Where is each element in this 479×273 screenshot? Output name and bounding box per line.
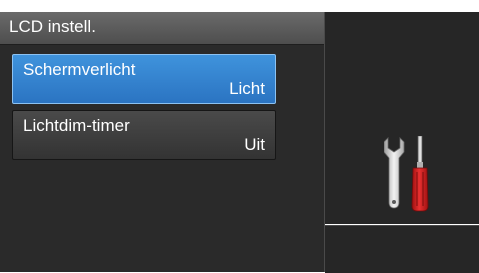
- menu-item-label: Lichtdim-timer: [23, 116, 130, 135]
- menu-item-value: Licht: [229, 79, 265, 98]
- menu-item-schermverlicht[interactable]: Schermverlicht Licht: [12, 54, 276, 104]
- lcd-screen: LCD instell. Schermverlicht Licht Lichtd…: [0, 0, 479, 273]
- tools-icon: [384, 136, 429, 212]
- settings-panel: LCD instell. Schermverlicht Licht Lichtd…: [0, 12, 324, 272]
- header-bar: LCD instell.: [0, 12, 324, 45]
- bottom-right-area: [325, 225, 479, 273]
- menu-item-value: Uit: [244, 135, 265, 154]
- page-title: LCD instell.: [9, 17, 96, 36]
- menu-item-lichtdim-timer[interactable]: Lichtdim-timer Uit: [12, 110, 276, 160]
- menu-item-label: Schermverlicht: [23, 60, 136, 79]
